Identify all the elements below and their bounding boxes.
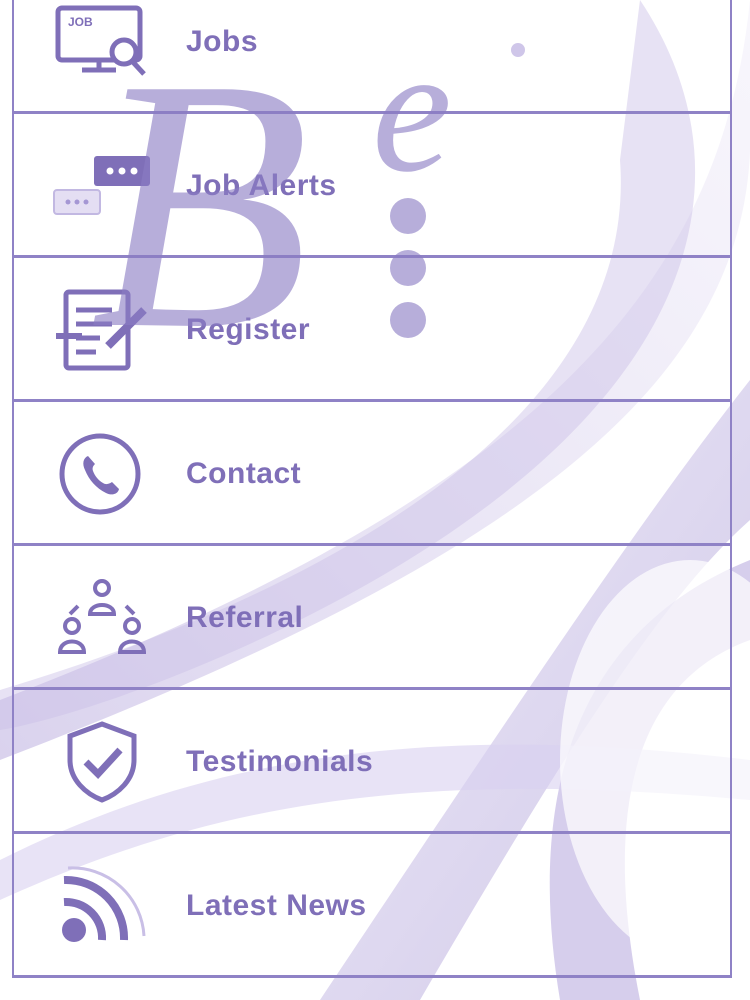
menu-item-label: Job Alerts bbox=[186, 169, 337, 202]
menu-item-jobs[interactable]: JOB Jobs bbox=[14, 0, 730, 114]
menu-item-label: Referral bbox=[186, 601, 304, 634]
job-search-icon: JOB bbox=[52, 0, 152, 84]
menu-item-label: Register bbox=[186, 313, 311, 346]
menu-item-contact[interactable]: Contact bbox=[14, 402, 730, 546]
phone-icon bbox=[52, 432, 152, 516]
menu-item-label: Testimonials bbox=[186, 745, 374, 778]
svg-text:JOB: JOB bbox=[68, 15, 93, 29]
menu-item-label: Latest News bbox=[186, 889, 367, 922]
menu-item-latest-news[interactable]: Latest News bbox=[14, 834, 730, 978]
menu-item-label: Contact bbox=[186, 457, 302, 490]
menu-item-label: Jobs bbox=[186, 25, 259, 58]
chat-alert-icon bbox=[52, 144, 152, 228]
menu-item-register[interactable]: Register bbox=[14, 258, 730, 402]
menu-item-referral[interactable]: Referral bbox=[14, 546, 730, 690]
shield-check-icon bbox=[52, 720, 152, 804]
register-form-icon bbox=[52, 288, 152, 372]
main-menu: JOB Jobs Job Alerts Register Contact Ref… bbox=[12, 0, 732, 978]
referral-people-icon bbox=[52, 576, 152, 660]
rss-feed-icon bbox=[52, 864, 152, 948]
menu-item-job-alerts[interactable]: Job Alerts bbox=[14, 114, 730, 258]
menu-item-testimonials[interactable]: Testimonials bbox=[14, 690, 730, 834]
